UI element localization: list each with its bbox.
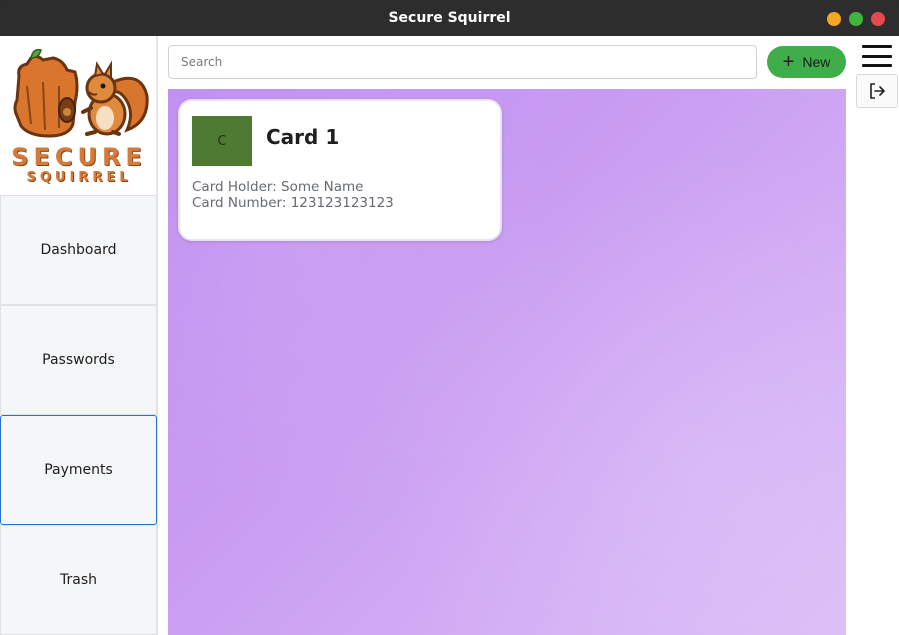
card-number-text: Card Number: 123123123123	[192, 195, 394, 211]
app-window: SECURE SQUIRREL Dashboard Passwords Paym…	[0, 36, 899, 635]
window-titlebar: Secure Squirrel	[0, 0, 899, 36]
payments-content-area: C Card 1 Card Holder: Some Name Card Num…	[168, 89, 846, 635]
sidebar-item-label: Passwords	[42, 352, 115, 368]
new-button[interactable]: + New	[767, 46, 846, 78]
logo-text-squirrel: SQUIRREL	[26, 170, 132, 185]
minimize-button[interactable]	[827, 12, 841, 26]
close-button[interactable]	[871, 12, 885, 26]
app-logo: SECURE SQUIRREL	[0, 36, 158, 196]
sidebar-item-label: Payments	[44, 462, 113, 478]
card-avatar: C	[192, 116, 252, 166]
logout-button[interactable]	[856, 74, 898, 108]
new-button-label: New	[802, 54, 831, 70]
maximize-button[interactable]	[849, 12, 863, 26]
sidebar-item-label: Dashboard	[40, 242, 117, 258]
search-input[interactable]	[168, 45, 757, 79]
sidebar-item-passwords[interactable]: Passwords	[0, 305, 157, 415]
squirrel-logo-icon	[13, 48, 149, 138]
logout-icon	[870, 83, 885, 99]
sidebar: SECURE SQUIRREL Dashboard Passwords Paym…	[0, 36, 158, 635]
sidebar-item-label: Trash	[60, 572, 97, 588]
window-title: Secure Squirrel	[388, 10, 511, 26]
payment-card[interactable]: C Card 1 Card Holder: Some Name Card Num…	[178, 99, 502, 241]
sidebar-item-payments[interactable]: Payments	[0, 415, 157, 525]
card-holder-text: Card Holder: Some Name	[192, 179, 364, 195]
sidebar-item-trash[interactable]: Trash	[0, 525, 157, 635]
sidebar-item-dashboard[interactable]: Dashboard	[0, 195, 157, 305]
plus-icon: +	[782, 51, 795, 73]
window-controls	[827, 12, 885, 26]
card-title: Card 1	[266, 125, 340, 149]
hamburger-menu-icon[interactable]	[862, 45, 892, 67]
logo-text-secure: SECURE	[11, 143, 147, 171]
card-avatar-letter: C	[217, 133, 227, 149]
